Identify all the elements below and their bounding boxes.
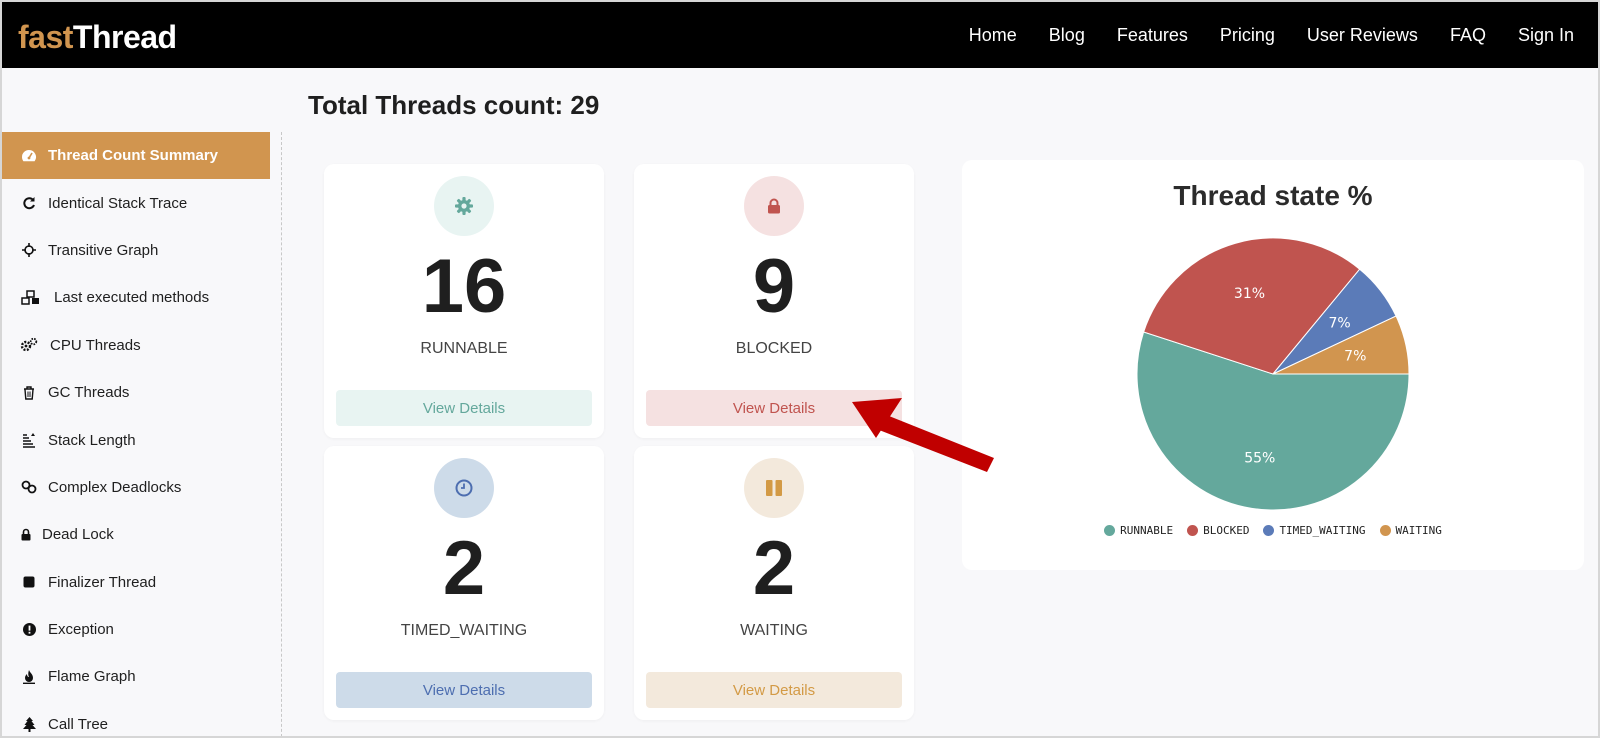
sidebar-item-flame-graph[interactable]: Flame Graph bbox=[2, 653, 270, 700]
main-nav: Home Blog Features Pricing User Reviews … bbox=[969, 2, 1574, 68]
sidebar-item-label: Finalizer Thread bbox=[48, 573, 157, 591]
runnable-card: 16 RUNNABLE View Details bbox=[324, 164, 604, 438]
lock-icon bbox=[20, 526, 32, 544]
nav-faq[interactable]: FAQ bbox=[1450, 25, 1486, 46]
thread-state-pie-chart: 55% 31% 7% 7% bbox=[1136, 237, 1410, 511]
nav-home[interactable]: Home bbox=[969, 25, 1017, 46]
pause-icon bbox=[744, 458, 804, 518]
sidebar-item-complex-deadlocks[interactable]: Complex Deadlocks bbox=[2, 464, 270, 511]
nav-sign-in[interactable]: Sign In bbox=[1518, 25, 1574, 46]
legend-swatch bbox=[1263, 525, 1275, 536]
waiting-card: 2 WAITING View Details bbox=[634, 446, 914, 720]
thread-state-chart-card: 55% 31% 7% 7% Thread state % RUNNABLE BLOCK… bbox=[962, 160, 1584, 570]
nav-pricing[interactable]: Pricing bbox=[1220, 25, 1275, 46]
dashboard-icon bbox=[20, 147, 38, 165]
sidebar-item-label: Last executed methods bbox=[54, 289, 210, 307]
sidebar-item-identical-stack-trace[interactable]: Identical Stack Trace bbox=[2, 179, 270, 226]
chart-legend: RUNNABLE BLOCKED TIMED_WAITING WAITING bbox=[962, 524, 1584, 537]
pie-label-blocked: 31% bbox=[1234, 286, 1265, 302]
app-window: fastThread Home Blog Features Pricing Us… bbox=[0, 0, 1600, 738]
legend-swatch bbox=[1187, 525, 1199, 536]
nav-user-reviews[interactable]: User Reviews bbox=[1307, 25, 1418, 46]
cubes-icon bbox=[20, 289, 42, 307]
gear-icon bbox=[434, 176, 494, 236]
nav-blog[interactable]: Blog bbox=[1049, 25, 1085, 46]
sidebar-item-label: Identical Stack Trace bbox=[48, 194, 188, 212]
lock-icon bbox=[744, 176, 804, 236]
trash-icon bbox=[20, 384, 38, 402]
brand-part-thread: Thread bbox=[72, 19, 177, 55]
runnable-label: RUNNABLE bbox=[420, 340, 508, 357]
brand-part-fast: fast bbox=[18, 19, 73, 55]
runnable-view-details-button[interactable]: View Details bbox=[336, 390, 592, 426]
pie-label-runnable: 55% bbox=[1244, 450, 1275, 466]
sidebar-item-stack-length[interactable]: Stack Length bbox=[2, 416, 270, 463]
legend-label: WAITING bbox=[1395, 524, 1442, 537]
chart-title: Thread state % bbox=[1173, 180, 1373, 211]
sidebar: Thread Count Summary Identical Stack Tra… bbox=[2, 132, 282, 736]
sidebar-item-label: Transitive Graph bbox=[48, 241, 159, 259]
page-title: Total Threads count: 29 bbox=[308, 90, 600, 120]
sidebar-item-transitive-graph[interactable]: Transitive Graph bbox=[2, 227, 270, 274]
legend-label: RUNNABLE bbox=[1120, 524, 1174, 537]
legend-item-timed-waiting[interactable]: TIMED_WAITING bbox=[1263, 524, 1366, 537]
timed-waiting-view-details-button[interactable]: View Details bbox=[336, 672, 592, 708]
sidebar-item-gc-threads[interactable]: GC Threads bbox=[2, 369, 270, 416]
legend-label: BLOCKED bbox=[1203, 524, 1250, 537]
sidebar-item-thread-count-summary[interactable]: Thread Count Summary bbox=[2, 132, 270, 180]
sidebar-item-label: Exception bbox=[48, 621, 114, 639]
tree-icon bbox=[20, 715, 38, 733]
sidebar-item-dead-lock[interactable]: Dead Lock bbox=[2, 511, 270, 558]
sidebar-item-cpu-threads[interactable]: CPU Threads bbox=[2, 322, 270, 369]
sidebar-item-exception[interactable]: Exception bbox=[2, 606, 270, 653]
sidebar-item-call-tree[interactable]: Call Tree bbox=[2, 701, 270, 736]
legend-item-runnable[interactable]: RUNNABLE bbox=[1104, 524, 1173, 537]
sidebar-item-label: Complex Deadlocks bbox=[48, 478, 182, 496]
brand-logo[interactable]: fastThread bbox=[18, 18, 177, 56]
sidebar-item-last-executed-methods[interactable]: Last executed methods bbox=[2, 274, 270, 321]
timed-waiting-card: 2 TIMED_WAITING View Details bbox=[324, 446, 604, 720]
link-icon bbox=[20, 478, 38, 496]
gears-icon bbox=[20, 336, 38, 354]
waiting-count: 2 bbox=[752, 526, 796, 611]
square-icon bbox=[20, 573, 38, 591]
sidebar-item-label: GC Threads bbox=[48, 384, 130, 402]
runnable-count: 16 bbox=[421, 244, 507, 329]
sidebar-item-label: Flame Graph bbox=[48, 668, 136, 686]
sidebar-item-label: Stack Length bbox=[48, 431, 136, 449]
blocked-view-details-button[interactable]: View Details bbox=[646, 390, 902, 426]
nav-features[interactable]: Features bbox=[1117, 25, 1188, 46]
waiting-view-details-button[interactable]: View Details bbox=[646, 672, 902, 708]
legend-item-waiting[interactable]: WAITING bbox=[1379, 524, 1442, 537]
fire-icon bbox=[20, 668, 38, 686]
refresh-icon bbox=[20, 194, 38, 212]
sidebar-item-label: Dead Lock bbox=[42, 526, 114, 544]
crosshair-icon bbox=[20, 241, 38, 259]
pie-label-waiting: 7% bbox=[1344, 349, 1366, 365]
timed-waiting-label: TIMED_WAITING bbox=[400, 622, 528, 639]
sidebar-item-finalizer-thread[interactable]: Finalizer Thread bbox=[2, 559, 270, 606]
sidebar-item-label: Call Tree bbox=[48, 715, 109, 733]
blocked-card: 9 BLOCKED View Details bbox=[634, 164, 914, 438]
pie-label-timed-waiting: 7% bbox=[1329, 315, 1351, 331]
legend-swatch bbox=[1104, 525, 1116, 536]
sidebar-item-label: CPU Threads bbox=[50, 336, 141, 354]
legend-item-blocked[interactable]: BLOCKED bbox=[1187, 524, 1249, 537]
exclamation-icon bbox=[20, 621, 38, 639]
top-navbar: fastThread Home Blog Features Pricing Us… bbox=[2, 2, 1598, 68]
timed-waiting-count: 2 bbox=[442, 526, 486, 611]
stack-icon bbox=[20, 431, 38, 449]
blocked-count: 9 bbox=[752, 244, 796, 329]
sidebar-item-label: Thread Count Summary bbox=[48, 147, 219, 165]
blocked-label: BLOCKED bbox=[735, 340, 813, 357]
legend-label: TIMED_WAITING bbox=[1279, 524, 1366, 537]
legend-swatch bbox=[1379, 525, 1391, 536]
clock-icon bbox=[434, 458, 494, 518]
waiting-label: WAITING bbox=[740, 622, 808, 639]
